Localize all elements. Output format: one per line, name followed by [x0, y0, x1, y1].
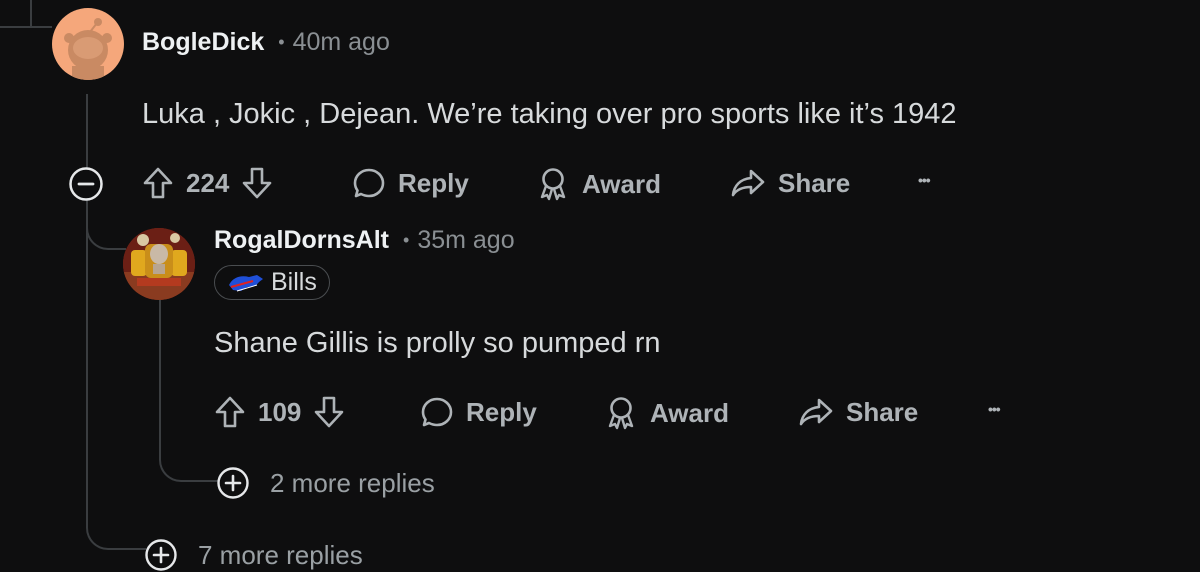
avatar[interactable] [123, 228, 195, 300]
minus-circle-icon [69, 167, 103, 201]
comment-body: Luka , Jokic , Dejean. We’re taking over… [142, 98, 957, 130]
thread-curve-2more [159, 440, 219, 482]
share-button[interactable]: Share [798, 395, 918, 429]
more-replies-link[interactable]: 7 more replies [144, 538, 363, 572]
comment-header: RogalDornsAlt • 35m ago [214, 226, 515, 255]
thread-line-main [86, 94, 88, 168]
thread-curve-7more [86, 510, 146, 550]
speech-bubble-icon [421, 397, 453, 427]
plus-circle-icon [217, 467, 249, 499]
comment-header: BogleDick • 40m ago [142, 28, 390, 57]
armored-figure-avatar-icon [123, 228, 195, 300]
comment-body: Shane Gillis is prolly so pumped rn [214, 327, 661, 359]
buffalo-logo-icon [229, 274, 263, 291]
reply-label: Reply [466, 396, 537, 427]
vote-group: 224 [142, 166, 273, 200]
vote-count: 109 [258, 396, 302, 427]
upvote-icon [143, 167, 173, 199]
downvote-button[interactable] [313, 395, 345, 429]
timestamp[interactable]: 35m ago [417, 226, 514, 255]
award-button[interactable]: Award [536, 166, 661, 202]
overflow-menu-button[interactable]: ••• [988, 401, 1001, 417]
thread-line-top [0, 26, 52, 28]
thread-curve-reply [86, 208, 126, 250]
award-icon [608, 397, 634, 430]
more-replies-label: 2 more replies [270, 467, 435, 498]
reply-button[interactable]: Reply [352, 166, 469, 200]
separator-dot: • [403, 230, 410, 250]
vote-group: 109 [214, 395, 345, 429]
downvote-icon [315, 396, 344, 428]
share-label: Share [778, 167, 851, 198]
avatar[interactable] [52, 8, 124, 80]
more-replies-link[interactable]: 2 more replies [216, 466, 435, 500]
share-button[interactable]: Share [730, 166, 850, 200]
downvote-button[interactable] [241, 166, 273, 200]
award-label: Award [650, 397, 729, 428]
share-arrow-icon [731, 169, 765, 197]
username[interactable]: RogalDornsAlt [214, 226, 389, 255]
overflow-menu-button[interactable]: ••• [918, 172, 931, 188]
plus-circle-icon [145, 539, 177, 571]
timestamp[interactable]: 40m ago [293, 28, 390, 57]
more-replies-label: 7 more replies [198, 539, 363, 570]
thread-line-main-lower [86, 200, 88, 526]
thread-line-top-curve [30, 0, 32, 28]
user-flair: Bills [214, 265, 330, 300]
award-button[interactable]: Award [604, 395, 729, 431]
downvote-icon [243, 167, 272, 199]
snoo-avatar-icon [64, 18, 112, 80]
award-icon [540, 168, 566, 201]
collapse-button[interactable] [68, 166, 104, 202]
share-label: Share [846, 396, 919, 427]
username[interactable]: BogleDick [142, 28, 264, 57]
upvote-button[interactable] [142, 166, 174, 200]
share-arrow-icon [799, 398, 833, 426]
reply-button[interactable]: Reply [420, 395, 537, 429]
speech-bubble-icon [353, 168, 385, 198]
flair-text: Bills [271, 268, 317, 296]
vote-count: 224 [186, 167, 230, 198]
reply-label: Reply [398, 167, 469, 198]
upvote-button[interactable] [214, 395, 246, 429]
award-label: Award [582, 168, 661, 199]
separator-dot: • [278, 32, 285, 52]
upvote-icon [215, 396, 245, 428]
thread-line-reply [159, 298, 161, 448]
